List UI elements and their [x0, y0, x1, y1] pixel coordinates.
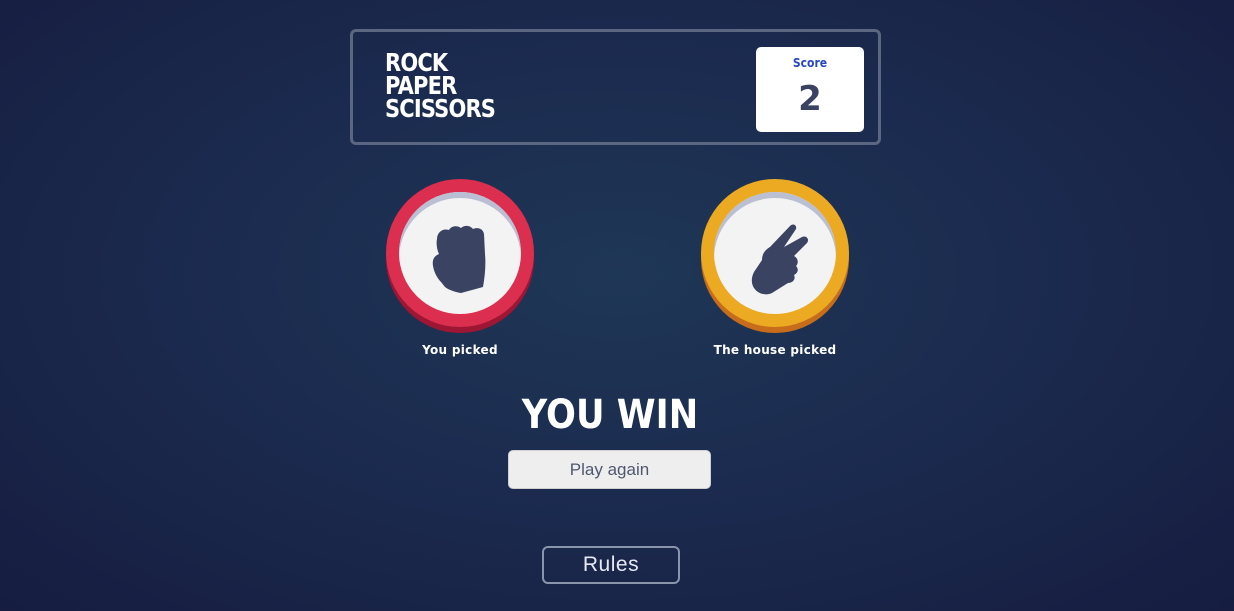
scissors-token-face: [714, 192, 836, 314]
scissors-hand-icon: [751, 224, 809, 295]
game-logo: ROCK PAPER SCISSORS: [385, 50, 496, 123]
rules-button[interactable]: Rules: [542, 546, 680, 584]
result-text: YOU WIN: [521, 392, 699, 438]
player-pick-token: [386, 179, 534, 333]
play-again-button[interactable]: Play again: [508, 450, 711, 489]
rock-token-face: [399, 192, 521, 314]
house-pick-token: [701, 179, 849, 333]
player-pick-label: You picked: [422, 343, 498, 357]
rock-hand-icon: [432, 225, 486, 293]
logo-line-scissors: SCISSORS: [385, 94, 496, 123]
scoreboard-header: ROCK PAPER SCISSORS Score 2: [350, 29, 881, 145]
house-pick-label: The house picked: [713, 343, 837, 357]
score-label: Score: [792, 56, 828, 70]
score-box: Score 2: [756, 47, 864, 132]
score-value: 2: [798, 79, 822, 119]
